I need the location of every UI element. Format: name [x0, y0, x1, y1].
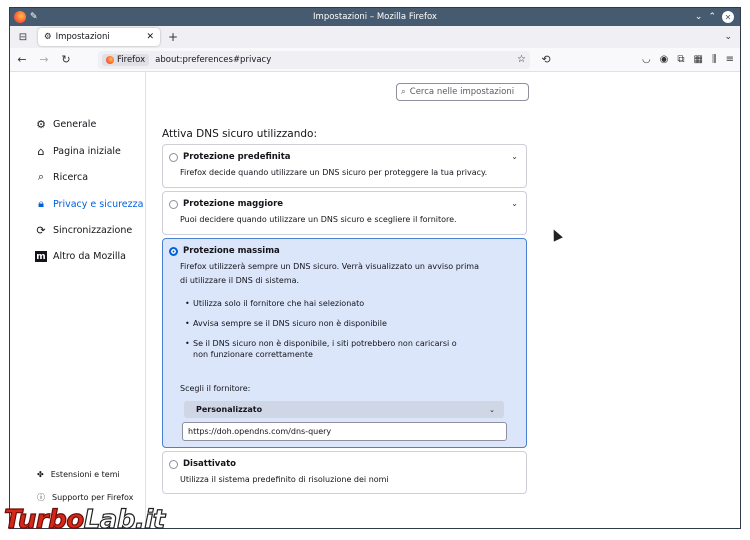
sidebar-item-mozilla[interactable]: m Altro da Mozilla: [35, 251, 126, 262]
dns-option-increased[interactable]: Protezione maggiore ⌄ Puoi decidere quan…: [162, 191, 527, 235]
help-icon: ⓘ: [37, 493, 45, 502]
url-bar[interactable]: Firefox about:preferences#privacy ☆: [98, 50, 530, 69]
option-label: Protezione massima: [183, 246, 280, 256]
grid-icon[interactable]: ▦: [694, 54, 703, 65]
firefox-logo-icon: [14, 11, 26, 23]
gear-icon: ⚙: [36, 117, 46, 131]
dns-option-default[interactable]: Protezione predefinita ⌄ Firefox decide …: [162, 144, 527, 188]
footer-label: Supporto per Firefox: [52, 493, 134, 502]
bullet-item: Avvisa sempre se il DNS sicuro non è dis…: [163, 318, 526, 329]
chevron-down-icon[interactable]: ⌄: [724, 32, 732, 42]
preferences-main: ⌕ Cerca nelle impostazioni Attiva DNS si…: [146, 72, 740, 528]
option-label: Disattivato: [183, 459, 236, 469]
sidebar-item-sync[interactable]: ⟳ Sincronizzazione: [35, 223, 133, 237]
watermark-part2: Lab.it: [83, 504, 166, 535]
gear-icon: ⚙: [44, 32, 52, 42]
maximize-icon[interactable]: ⌃: [708, 12, 716, 22]
provider-value: Personalizzato: [196, 405, 263, 414]
sidebar-item-label: Ricerca: [53, 171, 89, 183]
sidebar-item-label: Generale: [53, 118, 97, 130]
title-bar: ✎ Impostazioni – Mozilla Firefox ⌄ ⌃ ✕: [10, 8, 740, 26]
radio-max[interactable]: [169, 246, 178, 256]
radio-increased[interactable]: [169, 199, 178, 209]
dns-option-max[interactable]: Protezione massima Firefox utilizzerà se…: [162, 238, 527, 448]
chevron-down-icon[interactable]: ⌄: [511, 199, 518, 208]
forward-icon[interactable]: →: [38, 53, 50, 66]
sidebar-item-label: Privacy e sicurezza: [53, 198, 144, 210]
mozilla-icon: m: [35, 251, 47, 262]
sidebar-item-home[interactable]: ⌂ Pagina iniziale: [35, 144, 121, 158]
account-icon[interactable]: ◉: [660, 54, 669, 65]
chevron-down-icon[interactable]: ⌄: [511, 152, 518, 161]
library-icon[interactable]: ⫼: [712, 54, 717, 65]
search-icon: ⌕: [37, 170, 45, 183]
new-tab-icon[interactable]: +: [168, 30, 178, 44]
footer-label: Estensioni e temi: [50, 470, 120, 479]
firefox-view-icon[interactable]: ⊟: [14, 32, 32, 43]
back-icon[interactable]: ←: [16, 53, 28, 66]
search-input[interactable]: ⌕ Cerca nelle impostazioni: [396, 83, 529, 101]
chevron-down-icon: ⌄: [489, 405, 495, 414]
sidebar-item-search[interactable]: ⌕ Ricerca: [35, 170, 89, 183]
identity-label: Firefox: [117, 54, 146, 65]
window-title: Impostazioni – Mozilla Firefox: [313, 12, 437, 22]
puzzle-icon: ✤: [37, 470, 44, 479]
bullet-item: Utilizza solo il fornitore che hai selez…: [163, 298, 526, 309]
option-desc: Firefox utilizzerà sempre un DNS sicuro.…: [180, 262, 479, 285]
option-desc: Utilizza il sistema predefinito di risol…: [180, 475, 389, 484]
watermark-part1: Turbo: [3, 504, 84, 535]
sidebar-item-label: Altro da Mozilla: [53, 251, 126, 262]
categories-sidebar: ⚙ Generale ⌂ Pagina iniziale ⌕ Ricerca 🔒…: [10, 72, 146, 528]
preferences-content: ⚙ Generale ⌂ Pagina iniziale ⌕ Ricerca 🔒…: [10, 72, 740, 528]
lock-icon: 🔒︎: [38, 197, 44, 210]
identity-box[interactable]: Firefox: [102, 53, 150, 66]
extensions-icon[interactable]: ⧉: [677, 54, 684, 65]
search-icon: ⌕: [401, 87, 406, 97]
watermark: TurboLab.it: [3, 504, 166, 535]
nav-bar: ← → ↻ Firefox about:preferences#privacy …: [10, 48, 740, 72]
radio-default[interactable]: [169, 152, 178, 162]
search-placeholder: Cerca nelle impostazioni: [409, 87, 515, 97]
tab-settings[interactable]: ⚙ Impostazioni ✕: [38, 28, 160, 46]
sidebar-item-general[interactable]: ⚙ Generale: [35, 117, 97, 131]
browser-window: ✎ Impostazioni – Mozilla Firefox ⌄ ⌃ ✕ ⊟…: [10, 8, 740, 528]
provider-select[interactable]: Personalizzato ⌄: [184, 401, 504, 418]
reload-icon[interactable]: ↻: [60, 53, 72, 66]
bullet-item: Se il DNS sicuro non è disponibile, i si…: [163, 338, 473, 360]
pin-icon[interactable]: ✎: [30, 12, 38, 22]
menu-icon[interactable]: ≡: [726, 54, 734, 65]
option-label: Protezione predefinita: [183, 152, 291, 162]
dns-section-title: Attiva DNS sicuro utilizzando:: [162, 128, 318, 140]
sidebar-item-privacy[interactable]: 🔒︎ Privacy e sicurezza: [35, 197, 144, 210]
option-label: Protezione maggiore: [183, 199, 284, 209]
dns-option-off[interactable]: Disattivato Utilizza il sistema predefin…: [162, 451, 527, 494]
option-desc: Firefox decide quando utilizzare un DNS …: [180, 168, 488, 177]
option-desc: Puoi decidere quando utilizzare un DNS s…: [180, 215, 457, 224]
tab-bar: ⊟ ⚙ Impostazioni ✕ + ⌄: [10, 26, 740, 48]
sidebar-item-label: Pagina iniziale: [53, 145, 121, 157]
provider-label: Scegli il fornitore:: [180, 384, 251, 393]
close-icon[interactable]: ✕: [722, 11, 734, 23]
sidebar-footer-extensions[interactable]: ✤ Estensioni e temi: [37, 470, 120, 479]
close-tab-icon[interactable]: ✕: [146, 32, 154, 42]
tab-label: Impostazioni: [55, 32, 110, 42]
custom-dns-url-input[interactable]: https://doh.opendns.com/dns-query: [182, 422, 507, 441]
sidebar-footer-support[interactable]: ⓘ Supporto per Firefox: [37, 492, 133, 503]
history-icon[interactable]: ⟲: [540, 53, 552, 66]
sidebar-item-label: Sincronizzazione: [53, 224, 133, 236]
minimize-icon[interactable]: ⌄: [695, 12, 703, 22]
home-icon: ⌂: [37, 144, 45, 158]
url-input[interactable]: about:preferences#privacy: [155, 55, 511, 65]
sync-icon: ⟳: [36, 223, 46, 237]
pocket-icon[interactable]: ◡: [642, 54, 651, 65]
firefox-mini-icon: [106, 55, 114, 64]
bookmark-star-icon[interactable]: ☆: [517, 54, 526, 65]
radio-off[interactable]: [169, 459, 178, 469]
